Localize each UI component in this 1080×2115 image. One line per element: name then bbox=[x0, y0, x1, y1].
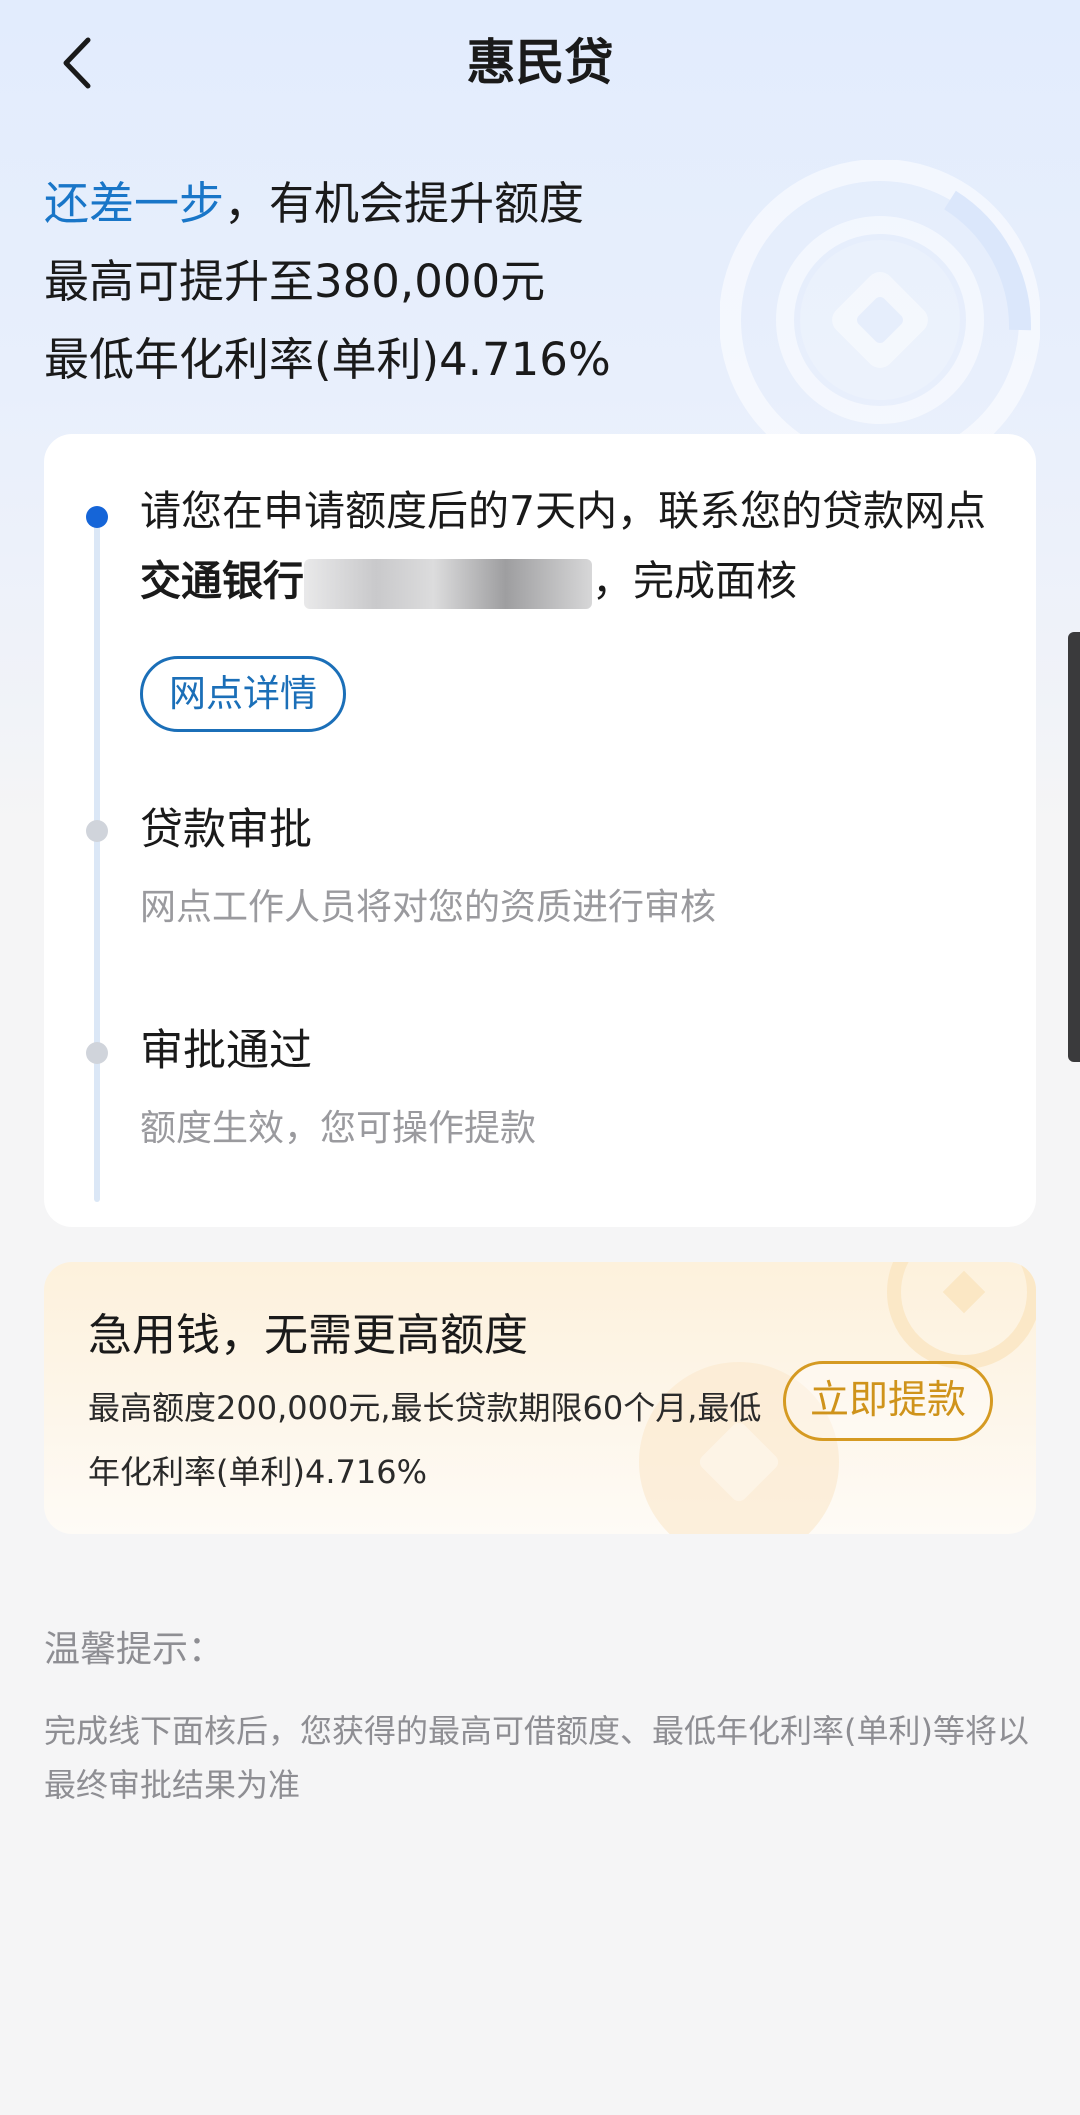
step1-dot bbox=[86, 506, 108, 528]
hero-line-1: 还差一步，有机会提升额度 bbox=[44, 165, 611, 243]
timeline-line bbox=[94, 512, 100, 1202]
tips-title: 温馨提示： bbox=[44, 1629, 225, 1670]
hero-min-rate: 最低年化利率(单利)4.716% bbox=[44, 333, 611, 386]
hero-line-1-rest: ，有机会提升额度 bbox=[224, 177, 585, 230]
hero-section: 还差一步，有机会提升额度 最高可提升至380,000元 最低年化利率(单利)4.… bbox=[44, 165, 611, 399]
step1-text: 请您在申请额度后的7天内，联系您的贷款网点 交通银行 ，完成面核 bbox=[140, 476, 1000, 616]
step1-text-after: ，完成面核 bbox=[592, 557, 797, 605]
promo-desc: 最高额度200,000元,最长贷款期限60个月,最低年化利率(单利)4.716% bbox=[88, 1389, 762, 1491]
hero-accent-text: 还差一步 bbox=[44, 177, 225, 230]
hero-max-amount: 最高可提升至380,000元 bbox=[44, 255, 546, 308]
page-title: 惠民贷 bbox=[466, 34, 614, 91]
withdraw-now-button[interactable]: 立即提款 bbox=[783, 1361, 993, 1441]
step2-desc: 网点工作人员将对您的资质进行审核 bbox=[140, 887, 717, 928]
tips-text: 完成线下面核后，您获得的最高可借额度、最低年化利率(单利)等将以最终审批结果为准 bbox=[44, 1712, 1029, 1804]
promo-title: 急用钱，无需更高额度 bbox=[88, 1310, 528, 1361]
step2-dot bbox=[86, 820, 108, 842]
branch-details-button[interactable]: 网点详情 bbox=[140, 656, 346, 732]
coin-decoration-icon bbox=[720, 160, 1040, 480]
page: 惠民贷 还差一步，有机会提升额度 最高可提升至380,000元 最低年化利率(单… bbox=[0, 0, 1080, 2115]
redaction-block bbox=[304, 559, 592, 609]
step3-title: 审批通过 bbox=[140, 1026, 312, 1076]
step1-text-before: 请您在申请额度后的7天内，联系您的贷款网点 bbox=[140, 487, 987, 535]
promo-card: 急用钱，无需更高额度 最高额度200,000元,最长贷款期限60个月,最低年化利… bbox=[44, 1262, 1036, 1534]
step1-bank-name: 交通银行 bbox=[140, 557, 304, 605]
scroll-handle[interactable] bbox=[1068, 632, 1080, 1062]
step3-desc: 额度生效，您可操作提款 bbox=[140, 1108, 537, 1149]
step3-dot bbox=[86, 1042, 108, 1064]
step2-title: 贷款审批 bbox=[140, 805, 312, 855]
steps-card: 请您在申请额度后的7天内，联系您的贷款网点 交通银行 ，完成面核 网点详情 贷款审… bbox=[44, 434, 1036, 1227]
